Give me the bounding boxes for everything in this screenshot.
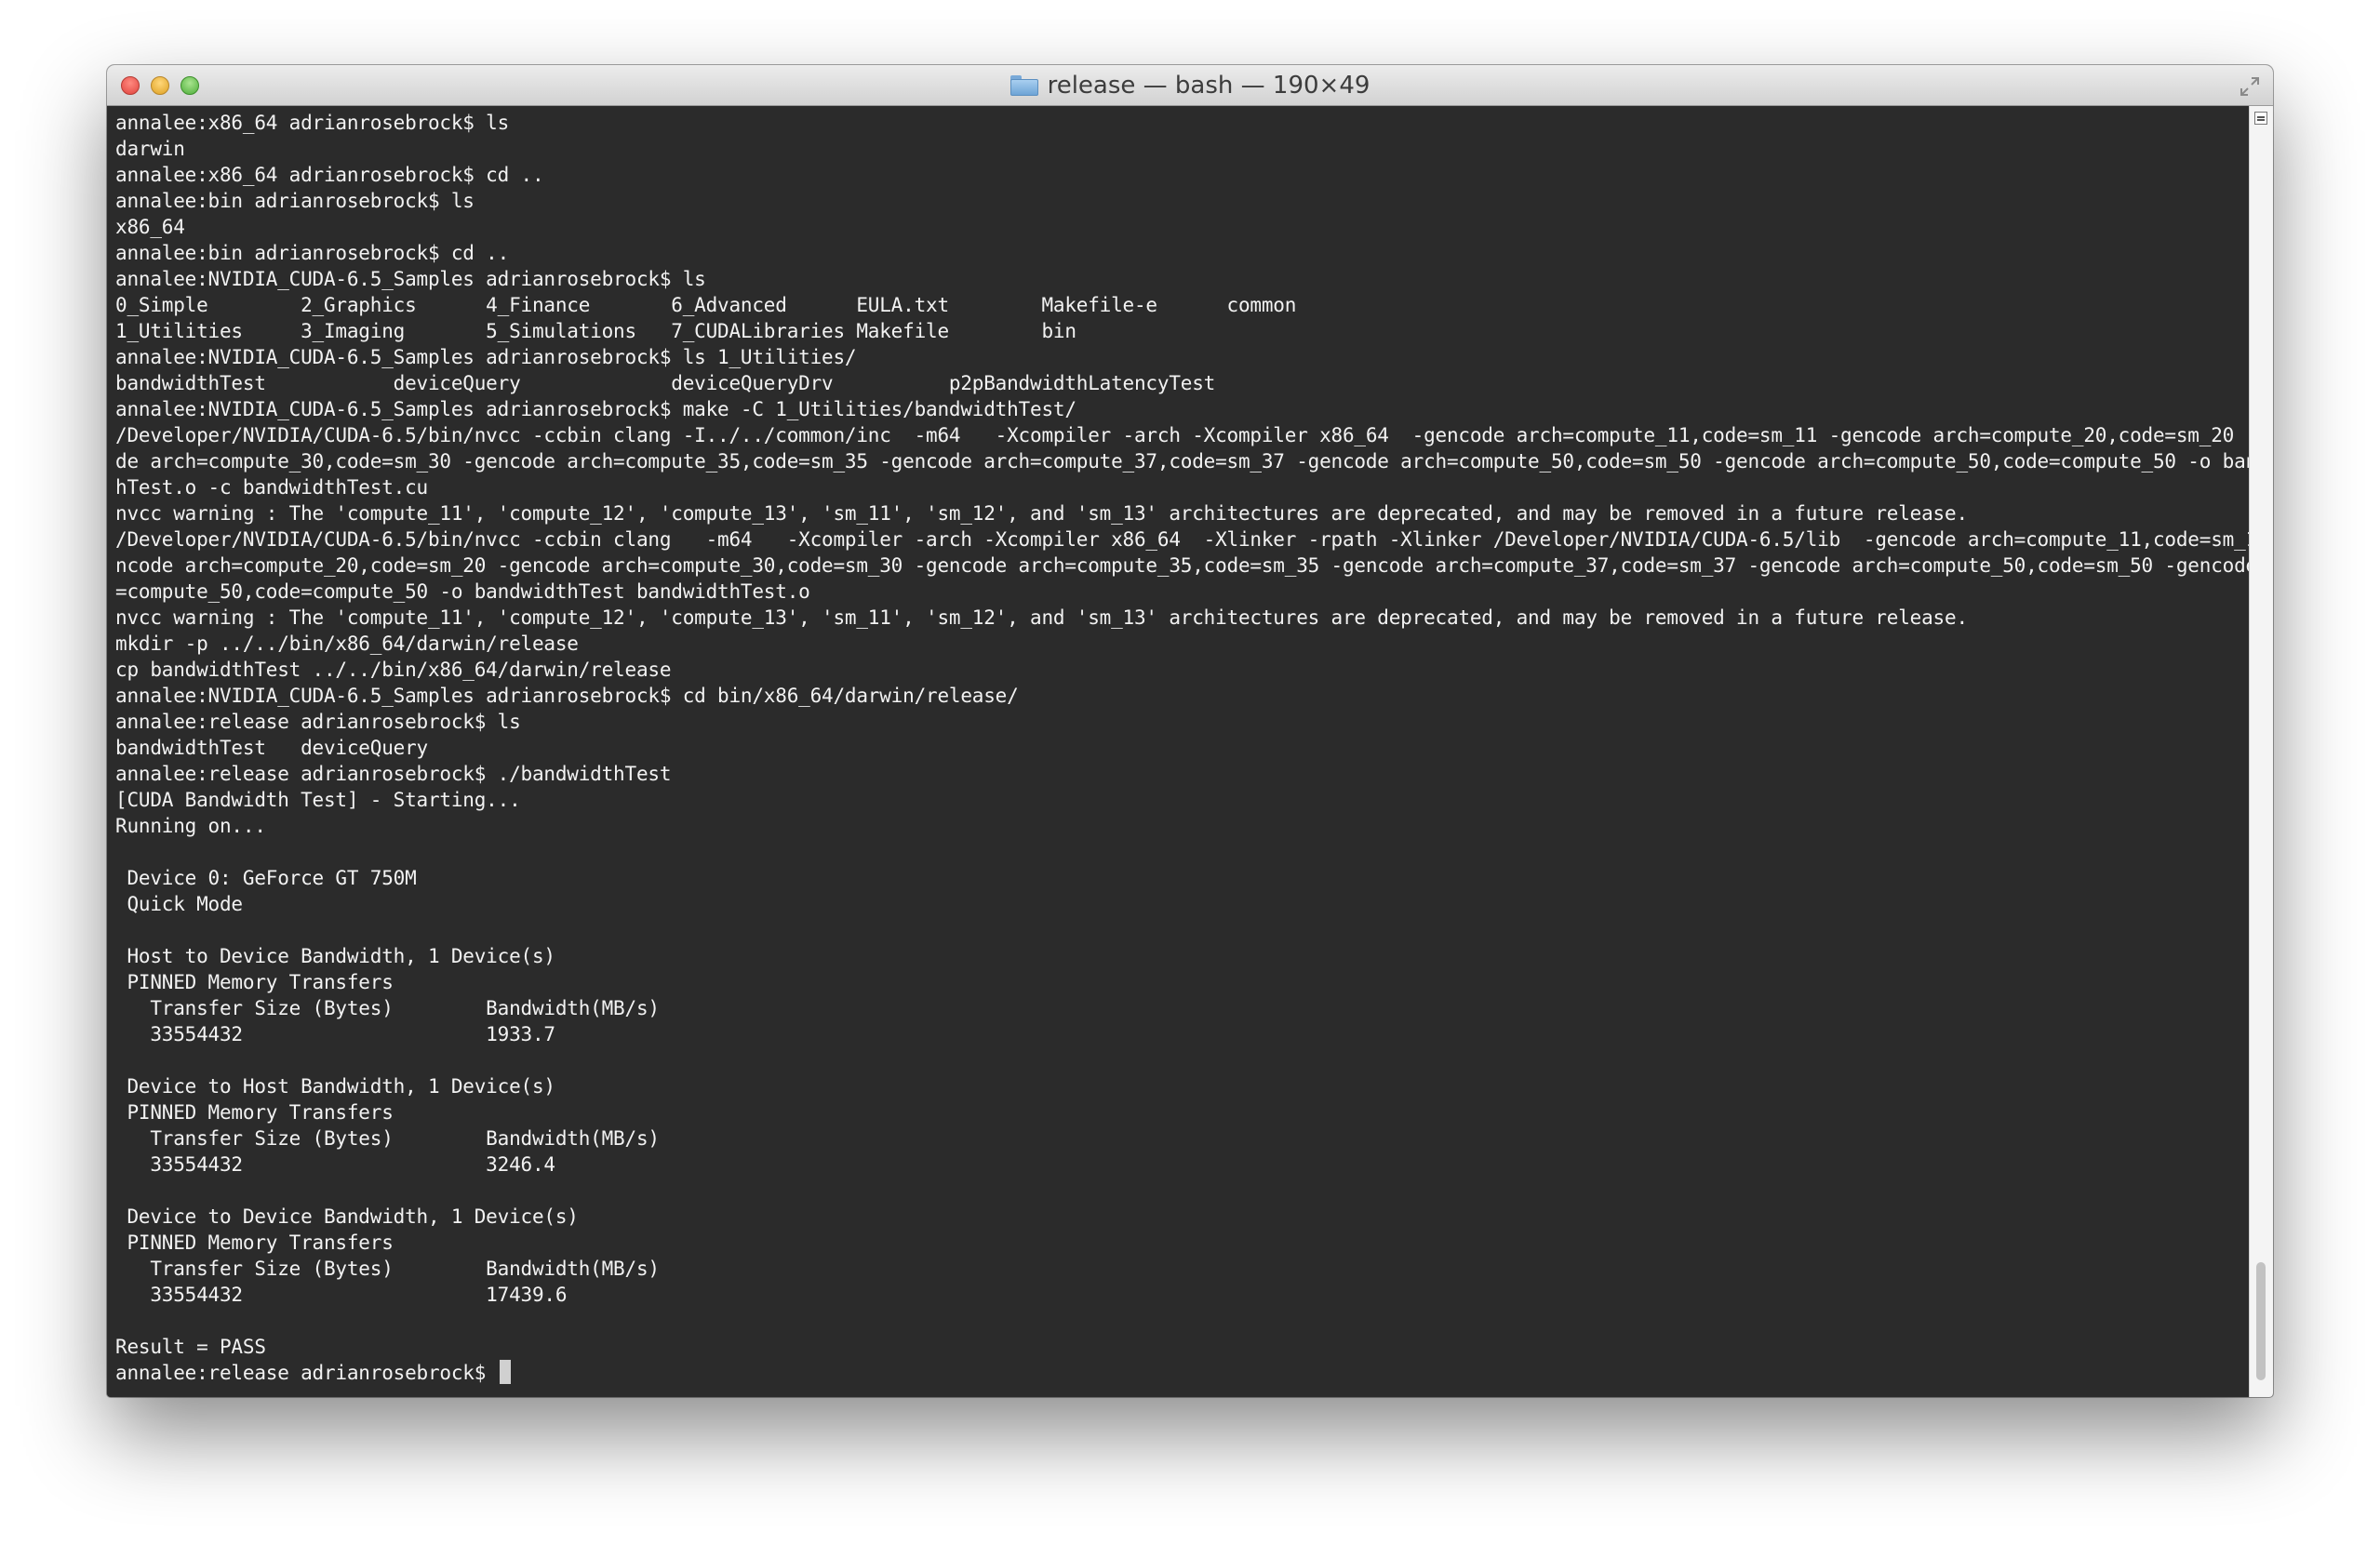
terminal-line: de arch=compute_30,code=sm_30 -gencode a… bbox=[115, 450, 2249, 473]
terminal-line: Transfer Size (Bytes) Bandwidth(MB/s) bbox=[115, 1258, 660, 1280]
window-title: release — bash — 190×49 bbox=[1047, 72, 1371, 100]
terminal-line: annalee:NVIDIA_CUDA-6.5_Samples adrianro… bbox=[115, 346, 857, 368]
terminal-line: annalee:NVIDIA_CUDA-6.5_Samples adrianro… bbox=[115, 398, 1076, 420]
vertical-scrollbar[interactable] bbox=[2249, 106, 2273, 1397]
terminal-line: annalee:release adrianrosebrock$ ./bandw… bbox=[115, 763, 672, 785]
terminal-line: Running on... bbox=[115, 815, 266, 837]
terminal-line: annalee:bin adrianrosebrock$ cd .. bbox=[115, 242, 510, 264]
terminal-line: PINNED Memory Transfers bbox=[115, 1231, 394, 1254]
terminal-line: PINNED Memory Transfers bbox=[115, 1101, 394, 1124]
terminal-line: /Developer/NVIDIA/CUDA-6.5/bin/nvcc -ccb… bbox=[115, 528, 2249, 551]
terminal-line: Quick Mode bbox=[115, 893, 243, 915]
terminal-line: cp bandwidthTest ../../bin/x86_64/darwin… bbox=[115, 659, 672, 681]
terminal-line: bandwidthTest deviceQuery deviceQueryDrv… bbox=[115, 372, 1216, 394]
terminal-line: annalee:NVIDIA_CUDA-6.5_Samples adrianro… bbox=[115, 268, 706, 290]
terminal-line: Host to Device Bandwidth, 1 Device(s) bbox=[115, 945, 555, 967]
terminal-line: nvcc warning : The 'compute_11', 'comput… bbox=[115, 502, 1968, 525]
fullscreen-icon[interactable] bbox=[2240, 76, 2260, 97]
terminal-line: darwin bbox=[115, 138, 185, 160]
terminal-line: PINNED Memory Transfers bbox=[115, 971, 394, 993]
terminal-line: Transfer Size (Bytes) Bandwidth(MB/s) bbox=[115, 1127, 660, 1150]
folder-icon bbox=[1009, 75, 1038, 96]
terminal-output[interactable]: annalee:x86_64 adrianrosebrock$ ls darwin… bbox=[107, 106, 2249, 1397]
terminal-line: =compute_50,code=compute_50 -o bandwidth… bbox=[115, 580, 810, 603]
terminal-line: Device 0: GeForce GT 750M bbox=[115, 867, 417, 889]
terminal-line: annalee:x86_64 adrianrosebrock$ cd .. bbox=[115, 164, 544, 186]
terminal-line: bandwidthTest deviceQuery bbox=[115, 737, 428, 759]
terminal-line: Transfer Size (Bytes) Bandwidth(MB/s) bbox=[115, 997, 660, 1019]
window-title-area: release — bash — 190×49 bbox=[107, 65, 2273, 106]
terminal-line: x86_64 bbox=[115, 216, 185, 238]
terminal-line: 33554432 3246.4 bbox=[115, 1153, 555, 1176]
title-bar[interactable]: release — bash — 190×49 bbox=[107, 65, 2273, 106]
terminal-line: 1_Utilities 3_Imaging 5_Simulations 7_CU… bbox=[115, 320, 1076, 342]
prompt-line[interactable]: annalee:release adrianrosebrock$ bbox=[115, 1360, 2249, 1386]
terminal-line: annalee:release adrianrosebrock$ ls bbox=[115, 711, 521, 733]
terminal-line: nvcc warning : The 'compute_11', 'comput… bbox=[115, 606, 1968, 629]
terminal-line: annalee:bin adrianrosebrock$ ls bbox=[115, 190, 475, 212]
terminal-line: 33554432 1933.7 bbox=[115, 1023, 555, 1045]
terminal-window: release — bash — 190×49 annalee:x86_64 a… bbox=[107, 65, 2273, 1397]
terminal-line: ncode arch=compute_20,code=sm_20 -gencod… bbox=[115, 554, 2249, 577]
terminal-line: hTest.o -c bandwidthTest.cu bbox=[115, 476, 428, 499]
terminal-line: 0_Simple 2_Graphics 4_Finance 6_Advanced… bbox=[115, 294, 1297, 316]
terminal-line: annalee:x86_64 adrianrosebrock$ ls bbox=[115, 112, 510, 134]
terminal-line: Result = PASS bbox=[115, 1336, 266, 1358]
terminal-line: annalee:NVIDIA_CUDA-6.5_Samples adrianro… bbox=[115, 685, 1019, 707]
scrollbar-thumb[interactable] bbox=[2256, 1262, 2266, 1380]
split-pane-icon[interactable] bbox=[2254, 112, 2267, 125]
terminal-line: [CUDA Bandwidth Test] - Starting... bbox=[115, 789, 521, 811]
terminal-line: /Developer/NVIDIA/CUDA-6.5/bin/nvcc -ccb… bbox=[115, 424, 2249, 446]
terminal-line: Device to Device Bandwidth, 1 Device(s) bbox=[115, 1205, 579, 1228]
terminal-line: mkdir -p ../../bin/x86_64/darwin/release bbox=[115, 632, 579, 655]
text-cursor bbox=[499, 1360, 511, 1384]
terminal-line: Device to Host Bandwidth, 1 Device(s) bbox=[115, 1075, 555, 1098]
terminal-line: 33554432 17439.6 bbox=[115, 1284, 568, 1306]
shell-prompt: annalee:release adrianrosebrock$ bbox=[115, 1362, 498, 1384]
